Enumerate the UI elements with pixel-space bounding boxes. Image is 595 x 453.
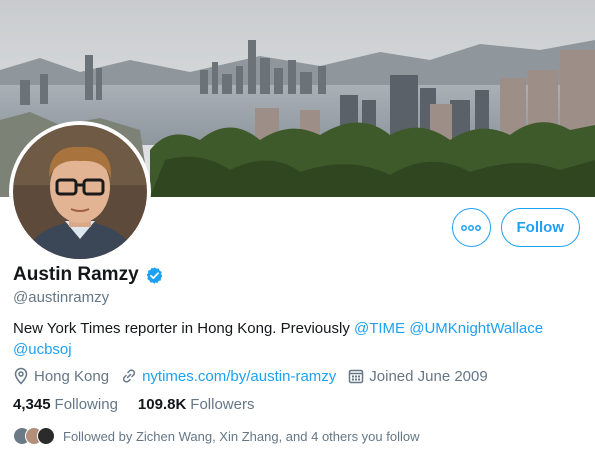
- joined-item: Joined June 2009: [348, 367, 488, 385]
- calendar-icon: [349, 369, 364, 384]
- mini-avatar: [37, 427, 55, 445]
- followers-count-value: 109.8K: [137, 396, 187, 413]
- joined-text: Joined June 2009: [369, 367, 488, 385]
- followers-count-link[interactable]: 109.8K Followers: [138, 396, 255, 413]
- bio-text: New York Times reporter in Hong Kong. Pr…: [13, 320, 354, 337]
- follow-counts: 4,345 Following 109.8K Followers: [13, 396, 254, 413]
- profile-meta: Hong Kong nytimes.com/by/austin-ramzy Jo…: [13, 367, 488, 385]
- more-icon: [461, 224, 481, 231]
- following-count-label: Following: [54, 396, 118, 413]
- profile-handle: @austinramzy: [13, 289, 110, 306]
- website-link[interactable]: nytimes.com/by/austin-ramzy: [142, 368, 336, 385]
- follow-button[interactable]: Follow: [500, 208, 580, 247]
- mention-ucbsoj-link[interactable]: @ucbsoj: [13, 341, 72, 358]
- mention-umknightwallace-link[interactable]: @UMKnightWallace: [409, 320, 543, 337]
- profile-name-row: Austin Ramzy: [13, 264, 164, 286]
- profile-bio: New York Times reporter in Hong Kong. Pr…: [13, 318, 583, 360]
- avatar[interactable]: [13, 125, 147, 259]
- avatar-frame[interactable]: [9, 121, 151, 263]
- followed-by-row[interactable]: Followed by Zichen Wang, Xin Zhang, and …: [13, 427, 420, 445]
- location-item: Hong Kong: [13, 367, 109, 385]
- location-pin-icon: [14, 367, 28, 385]
- followed-by-text: Followed by Zichen Wang, Xin Zhang, and …: [63, 428, 420, 444]
- following-count-link[interactable]: 4,345 Following: [13, 396, 118, 413]
- followers-you-know-avatars: [13, 427, 55, 445]
- location-text: Hong Kong: [34, 367, 110, 385]
- verified-badge-icon: [146, 266, 162, 284]
- following-count-value: 4,345: [13, 396, 51, 413]
- mention-time-link[interactable]: @TIME: [354, 320, 405, 337]
- website-item: nytimes.com/by/austin-ramzy: [121, 368, 336, 385]
- display-name: Austin Ramzy: [13, 264, 139, 285]
- profile-actions: Follow: [451, 208, 580, 247]
- followers-count-label: Followers: [190, 396, 255, 413]
- link-icon: [123, 369, 136, 383]
- more-options-button[interactable]: [451, 208, 491, 247]
